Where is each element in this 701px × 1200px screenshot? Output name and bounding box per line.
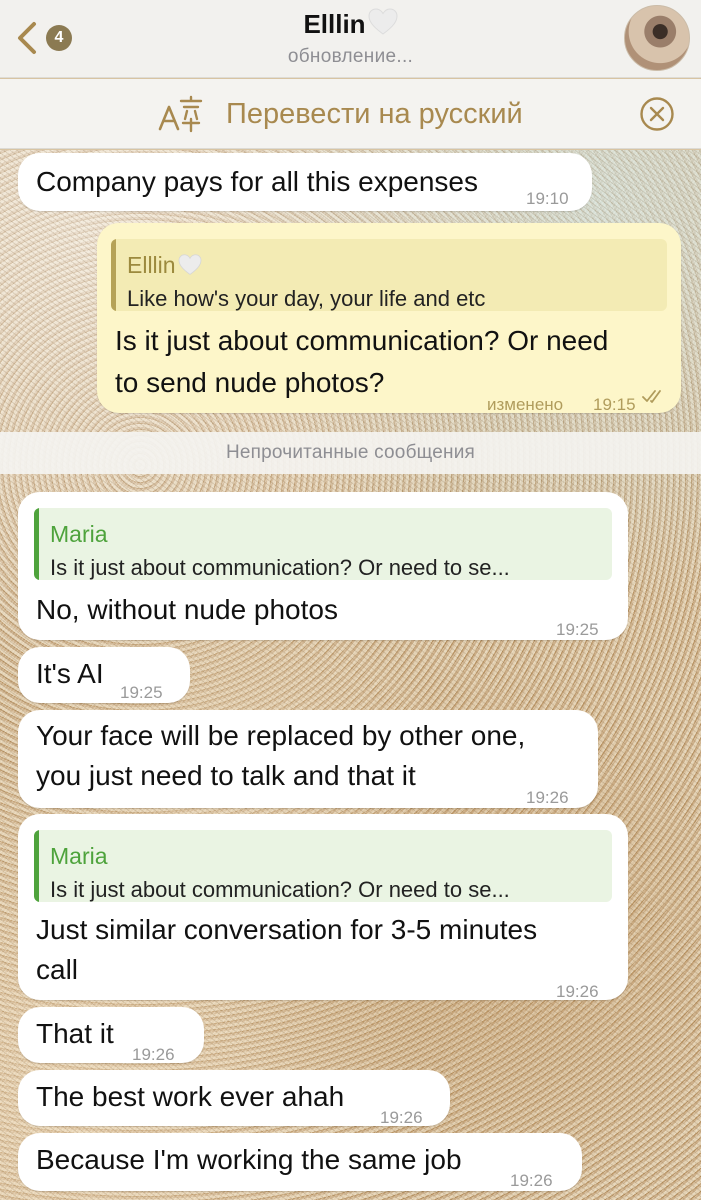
chat-status: обновление...	[287, 46, 414, 67]
close-icon[interactable]	[639, 96, 675, 132]
message-time: 19:26	[510, 1171, 553, 1190]
message-edited-label: изменено	[487, 395, 564, 414]
message-bubble-outgoing[interactable]: Elllin Like how's your day, your life an…	[97, 223, 681, 414]
chat-title[interactable]: Elllin	[0, 8, 701, 40]
message-text: Because I'm working the same job	[36, 1144, 462, 1175]
unread-messages-divider: Непрочитанные сообщения	[0, 432, 701, 474]
message-text: No, without nude photos	[36, 594, 338, 625]
message-bubble[interactable]: Company pays for all this expenses 19:10	[18, 153, 592, 211]
message-text-line: Your face will be replaced by other one,	[36, 720, 526, 751]
message-text-line: you just need to talk and that it	[36, 760, 416, 791]
white-heart-icon	[178, 254, 201, 275]
reply-quote[interactable]: Elllin Like how's your day, your life an…	[111, 239, 667, 311]
reply-quote-text: Like how's your day, your life and etc	[127, 286, 486, 311]
message-text-line: to send nude photos?	[115, 367, 385, 398]
message-text: Company pays for all this expenses	[36, 166, 478, 197]
reply-quote-text: Is it just about communication? Or need …	[50, 555, 510, 580]
message-time: 19:25	[556, 620, 599, 639]
chat-header: 4 Elllin обновление...	[0, 0, 701, 78]
translate-bar: Перевести на русский	[0, 79, 701, 149]
reply-quote-bar	[111, 239, 116, 311]
reply-quote[interactable]: Maria Is it just about communication? Or…	[34, 508, 612, 580]
message-bubble[interactable]: Maria Is it just about communication? Or…	[18, 814, 628, 1001]
message-text-line: Just similar conversation for 3-5 minute…	[36, 914, 538, 945]
translate-button[interactable]: Перевести на русский	[226, 98, 523, 131]
reply-quote-bar	[34, 508, 39, 580]
message-text-line: Is it just about communication? Or need	[115, 325, 609, 356]
message-time: 19:26	[556, 982, 599, 1001]
message-time: 19:26	[526, 788, 569, 807]
reply-quote-text: Is it just about communication? Or need …	[50, 877, 510, 902]
avatar[interactable]	[624, 5, 690, 71]
message-time: 19:26	[380, 1108, 423, 1127]
reply-quote-bar	[34, 830, 39, 902]
message-text: The best work ever ahah	[36, 1081, 345, 1112]
message-text-line: call	[36, 954, 79, 985]
message-time: 19:15	[593, 395, 636, 414]
message-bubble[interactable]: Because I'm working the same job 19:26	[18, 1133, 582, 1191]
message-bubble[interactable]: The best work ever ahah 19:26	[18, 1070, 450, 1127]
message-bubble[interactable]: Your face will be replaced by other one,…	[18, 710, 598, 808]
chat-title-text: Elllin	[303, 9, 366, 39]
message-time: 19:10	[526, 189, 569, 208]
message-time: 19:26	[132, 1045, 175, 1064]
message-text: It's AI	[36, 658, 104, 689]
message-bubble[interactable]: It's AI 19:25	[18, 647, 190, 703]
reply-quote[interactable]: Maria Is it just about communication? Or…	[34, 830, 612, 902]
message-bubble[interactable]: That it 19:26	[18, 1007, 204, 1064]
message-bubble[interactable]: Maria Is it just about communication? Or…	[18, 492, 628, 640]
message-text: That it	[36, 1018, 114, 1049]
double-check-icon	[642, 390, 661, 403]
white-heart-icon	[368, 8, 398, 35]
translate-icon	[158, 95, 203, 133]
message-time: 19:25	[120, 683, 163, 702]
